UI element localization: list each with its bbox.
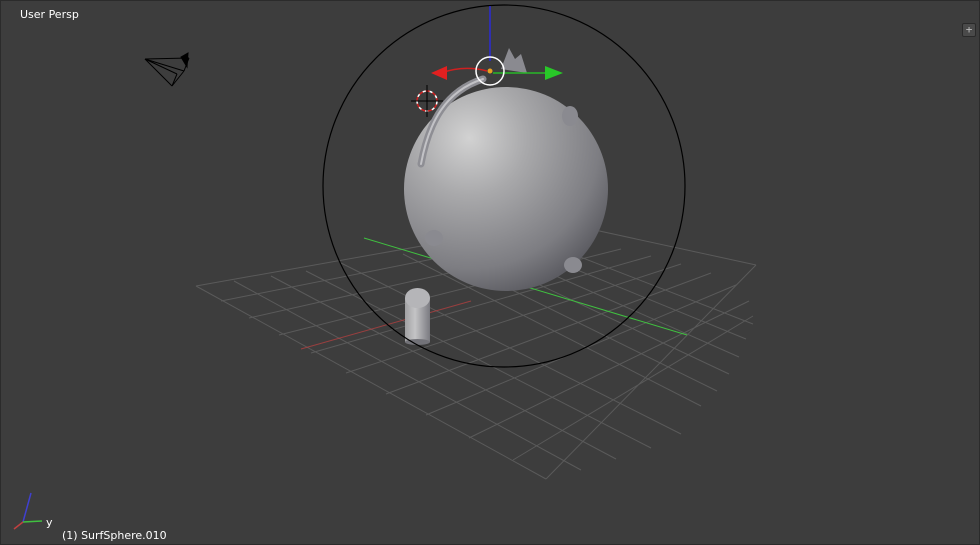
object-origin-icon bbox=[487, 68, 493, 74]
axis-orientation-icon bbox=[13, 492, 43, 530]
y-arrow-icon[interactable] bbox=[545, 66, 563, 80]
capsule-object[interactable] bbox=[405, 288, 430, 345]
3d-viewport[interactable]: User Persp + y (1) SurfSphere.010 bbox=[0, 0, 980, 545]
active-object-label: (1) SurfSphere.010 bbox=[62, 529, 167, 542]
viewport-scene[interactable] bbox=[1, 1, 980, 545]
view-name-label: User Persp bbox=[20, 8, 79, 21]
transform-manipulator[interactable] bbox=[431, 6, 563, 86]
camera-icon[interactable] bbox=[144, 52, 190, 87]
viewport-expand-icon[interactable]: + bbox=[962, 23, 976, 37]
x-arrow-icon[interactable] bbox=[431, 66, 447, 80]
surf-sphere-object[interactable] bbox=[404, 48, 608, 291]
axis-y-label: y bbox=[46, 516, 53, 529]
